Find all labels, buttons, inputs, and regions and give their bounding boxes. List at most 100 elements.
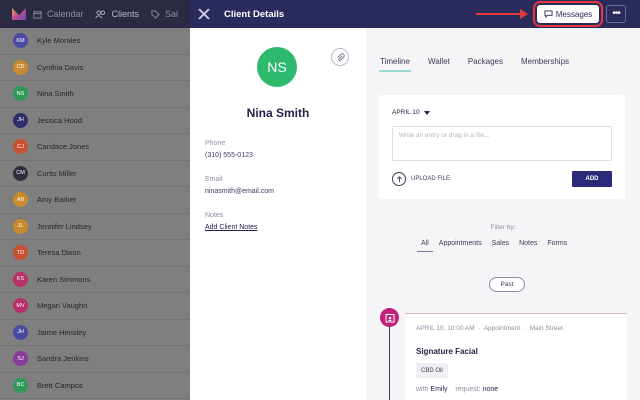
paperclip-icon <box>336 52 345 61</box>
client-list-avatar: CM <box>13 165 28 181</box>
panel-title: Client Details <box>224 8 285 20</box>
client-list-name: Kyle Morales <box>37 36 81 46</box>
nav-calendar[interactable]: Calendar <box>33 9 84 19</box>
client-list-name: Nina Smith <box>37 89 74 99</box>
client-list-avatar: CD <box>13 59 28 75</box>
attach-button[interactable] <box>331 48 349 66</box>
client-list-name: Megan Vaughn <box>37 301 88 311</box>
appointment-card[interactable]: APRIL 10, 10:00 AM · Appointment · Main … <box>405 313 627 400</box>
close-icon[interactable] <box>198 8 210 20</box>
client-list-name: Jessica Hood <box>37 115 83 125</box>
date-dropdown[interactable]: APRIL 10 <box>392 109 430 116</box>
appointment-meta: APRIL 10, 10:00 AM · Appointment · Main … <box>416 325 563 332</box>
client-details-panel: Client Details Messages ••• NS Nina Smit… <box>190 0 640 400</box>
filter-options: All Appointments Sales Notes Forms <box>417 240 567 252</box>
timeline-section: Timeline Wallet Packages Memberships APR… <box>366 28 640 400</box>
client-list-avatar: JH <box>13 324 28 340</box>
client-list-item[interactable]: JH Jessica Hood <box>0 108 190 134</box>
client-profile: NS Nina Smith Phone (310) 555-0123 Email… <box>190 28 366 400</box>
tab-memberships[interactable]: Memberships <box>521 57 569 72</box>
filter-sales[interactable]: Sales <box>492 240 510 252</box>
client-list-name: Jaime Hensley <box>37 327 87 337</box>
nav-calendar-label: Calendar <box>46 9 84 19</box>
staff-name: Emily <box>430 386 448 393</box>
client-list: KM Kyle Morales CD Cynthia Davis NS Nina Smit… <box>0 28 190 400</box>
client-list-item[interactable]: JH Jaime Hensley <box>0 320 190 346</box>
client-list-name: Curtis Miller <box>37 168 77 178</box>
filter-forms[interactable]: Forms <box>547 240 567 252</box>
new-entry-card: APRIL 10 Write an entry or drag in a fil… <box>379 95 625 199</box>
messages-button[interactable]: Messages <box>533 1 603 27</box>
client-list-name: Karen Simmons <box>37 274 91 284</box>
appointment-type: Appointment <box>483 325 521 332</box>
nav-clients-label: Clients <box>111 9 139 19</box>
nav-sales[interactable]: Sal <box>151 9 178 19</box>
client-list-item[interactable]: NS Nina Smith <box>0 81 190 108</box>
email-value: ninasmith@email.com <box>205 188 274 195</box>
detail-tabs: Timeline Wallet Packages Memberships <box>379 57 569 72</box>
filter-appointments[interactable]: Appointments <box>439 240 482 252</box>
request-value: none <box>482 386 499 393</box>
client-list-item[interactable]: TD Teresa Dixon <box>0 240 190 267</box>
add-client-notes-link[interactable]: Add Client Notes <box>205 224 258 231</box>
timeline-line <box>389 323 390 400</box>
client-list-name: Cynthia Davis <box>37 62 84 72</box>
upload-file-label: UPLOAD FILE <box>411 176 451 182</box>
client-list-name: Brett Campos <box>37 380 83 390</box>
appointment-icon <box>380 308 399 327</box>
messages-label: Messages <box>555 9 593 19</box>
entry-input[interactable]: Write an entry or drag in a file... <box>392 126 612 161</box>
client-avatar: NS <box>257 47 297 87</box>
client-list-item[interactable]: CD Cynthia Davis <box>0 55 190 81</box>
client-list-name: Sandra Jenkins <box>37 354 89 364</box>
add-button[interactable]: ADD <box>572 171 612 187</box>
app-topbar: Calendar Clients Sal <box>0 0 190 28</box>
app-logo <box>12 8 13 20</box>
client-list-item[interactable]: BC Brett Campos <box>0 373 190 399</box>
addon-chip: CBD Oil <box>416 363 448 378</box>
tab-wallet[interactable]: Wallet <box>428 57 450 72</box>
email-label: Email <box>205 176 223 183</box>
filter-notes[interactable]: Notes <box>519 240 537 252</box>
client-list-avatar: KM <box>13 33 28 49</box>
appointment-staff: with Emily request: none <box>416 386 498 393</box>
client-list-item[interactable]: KM Kyle Morales <box>0 28 190 55</box>
client-list-item[interactable]: SJ Sandra Jenkins <box>0 346 190 373</box>
client-list-name: Jennifer Lindsey <box>37 221 92 231</box>
upload-file-button[interactable]: UPLOAD FILE <box>392 172 450 186</box>
client-list-avatar: BC <box>13 377 28 393</box>
appointment-location: Main Street <box>529 325 563 332</box>
tab-packages[interactable]: Packages <box>468 57 503 72</box>
tab-timeline[interactable]: Timeline <box>379 57 411 72</box>
request-label: request: <box>455 386 481 393</box>
client-list-avatar: AB <box>13 192 28 208</box>
client-list-avatar: KS <box>13 271 28 287</box>
client-list-item[interactable]: CJ Candace Jones <box>0 134 190 161</box>
panel-header: Client Details Messages ••• <box>190 0 640 28</box>
nav-clients[interactable]: Clients <box>95 9 139 19</box>
phone-label: Phone <box>205 140 226 147</box>
notes-label: Notes <box>205 212 224 219</box>
arrow-annotation <box>476 9 528 19</box>
tag-icon <box>151 9 160 19</box>
client-list-item[interactable]: AB Amy Barker <box>0 187 190 214</box>
client-list-item[interactable]: MV Megan Vaughn <box>0 293 190 320</box>
client-list-avatar: JH <box>13 112 28 128</box>
nav-sales-label: Sal <box>164 9 178 19</box>
client-list-avatar: NS <box>13 86 28 102</box>
past-button[interactable]: Past <box>489 277 525 292</box>
chat-icon <box>544 10 553 18</box>
client-list-name: Candace Jones <box>37 142 90 152</box>
appointment-date: APRIL 10, 10:00 AM <box>416 325 475 332</box>
client-list-item[interactable]: JL Jennifer Lindsey <box>0 214 190 240</box>
client-list-item[interactable]: CM Curtis Miller <box>0 161 190 187</box>
calendar-icon <box>33 10 42 19</box>
filter-all[interactable]: All <box>417 240 433 252</box>
more-options-button[interactable]: ••• <box>606 5 626 23</box>
client-list-item[interactable]: KS Karen Simmons <box>0 267 190 293</box>
date-dropdown-label: APRIL 10 <box>392 109 420 116</box>
with-label: with <box>416 386 429 393</box>
client-list-avatar: TD <box>13 245 28 261</box>
users-icon <box>95 9 106 18</box>
client-list-avatar: CJ <box>13 139 28 155</box>
